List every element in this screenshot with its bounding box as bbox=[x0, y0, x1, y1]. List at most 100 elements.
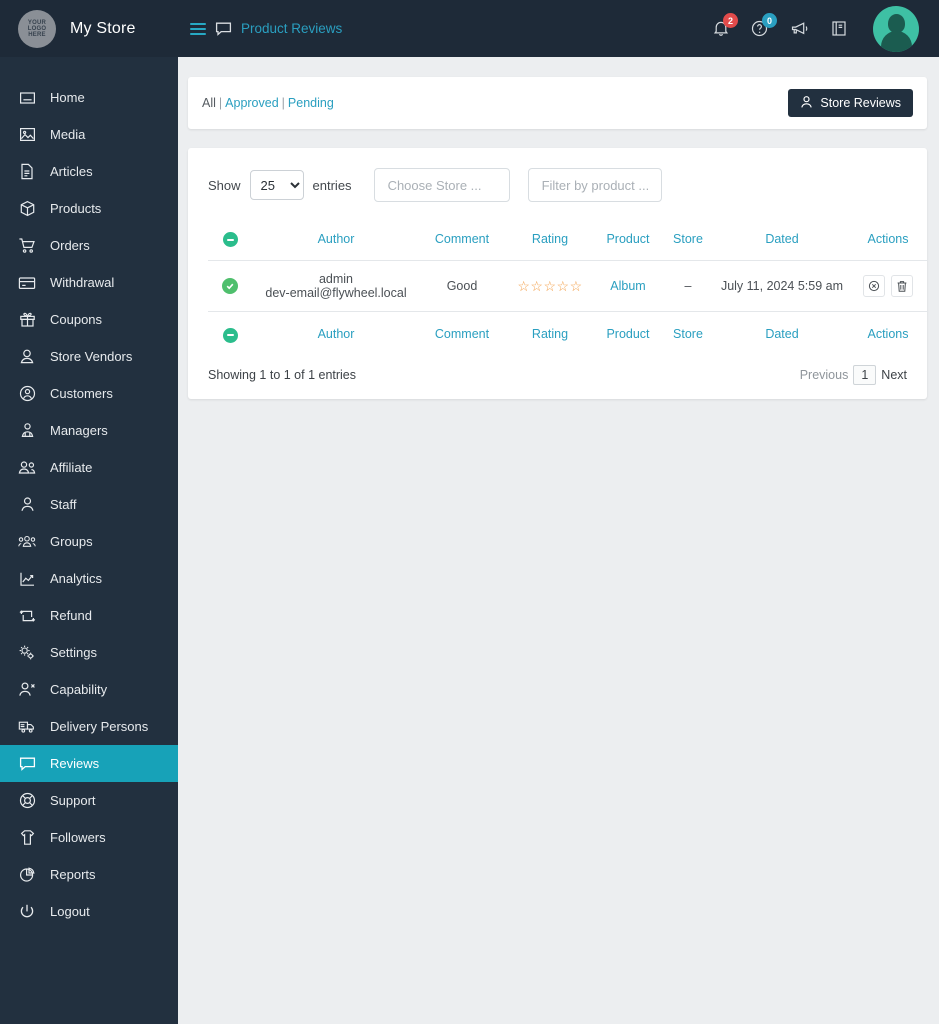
foot-col-author[interactable]: Author bbox=[252, 312, 420, 349]
sidebar-label: Articles bbox=[50, 164, 93, 179]
help-circle-icon[interactable]: 0 bbox=[751, 13, 777, 37]
status-links: All | Approved | Pending bbox=[202, 96, 334, 110]
notifications-badge: 2 bbox=[723, 13, 738, 28]
comment-icon bbox=[18, 755, 36, 773]
sidebar-item-articles[interactable]: Articles bbox=[0, 153, 178, 190]
sidebar-item-customers[interactable]: Customers bbox=[0, 375, 178, 412]
topbar-middle: Product Reviews bbox=[190, 21, 342, 37]
product-filter-input[interactable] bbox=[527, 168, 662, 202]
cell-dated: July 11, 2024 5:59 am bbox=[720, 279, 844, 294]
foot-col-rating[interactable]: Rating bbox=[504, 312, 596, 349]
avatar[interactable] bbox=[873, 5, 919, 52]
check-circle-icon[interactable] bbox=[222, 278, 238, 295]
sidebar-label: Withdrawal bbox=[50, 275, 115, 290]
power-icon bbox=[18, 903, 36, 921]
foot-col-store[interactable]: Store bbox=[660, 312, 716, 349]
megaphone-icon[interactable] bbox=[790, 21, 809, 37]
sidebar-item-withdrawal[interactable]: Withdrawal bbox=[0, 264, 178, 301]
table-header-row: Author Comment Rating Product Store Date… bbox=[208, 224, 928, 261]
sidebar-label: Analytics bbox=[50, 571, 103, 586]
sidebar-item-staff[interactable]: Staff bbox=[0, 486, 178, 523]
actions-wrap bbox=[852, 275, 924, 298]
top-bar: YOUR LOGO HERE My Store Product Reviews bbox=[0, 0, 939, 57]
col-rating[interactable]: Rating bbox=[504, 224, 596, 261]
user-circle-icon bbox=[18, 385, 36, 403]
sidebar-item-media[interactable]: Media bbox=[0, 116, 178, 153]
store-reviews-button[interactable]: Store Reviews bbox=[788, 89, 913, 117]
col-status[interactable] bbox=[208, 224, 252, 261]
store-filter-input[interactable] bbox=[373, 168, 510, 202]
sidebar-item-products[interactable]: Products bbox=[0, 190, 178, 227]
sidebar-item-refund[interactable]: Refund bbox=[0, 597, 178, 634]
product-link[interactable]: Album bbox=[610, 279, 645, 293]
status-all[interactable]: All bbox=[202, 96, 216, 110]
col-product[interactable]: Product bbox=[596, 224, 660, 261]
next-page-button[interactable]: Next bbox=[881, 368, 907, 382]
book-icon[interactable] bbox=[831, 20, 847, 37]
sidebar-item-home[interactable]: Home bbox=[0, 79, 178, 116]
sidebar-item-coupons[interactable]: Coupons bbox=[0, 301, 178, 338]
sidebar-item-managers[interactable]: Managers bbox=[0, 412, 178, 449]
col-comment[interactable]: Comment bbox=[420, 224, 504, 261]
delete-button[interactable] bbox=[891, 275, 913, 298]
foot-col-dated[interactable]: Dated bbox=[716, 312, 848, 349]
cell-rating: ☆☆☆☆☆ bbox=[504, 261, 596, 312]
sidebar-item-analytics[interactable]: Analytics bbox=[0, 560, 178, 597]
foot-col-actions[interactable]: Actions bbox=[848, 312, 928, 349]
credit-card-icon bbox=[18, 274, 36, 292]
sidebar-label: Support bbox=[50, 793, 96, 808]
sidebar-label: Orders bbox=[50, 238, 90, 253]
author-email: dev-email@flywheel.local bbox=[265, 286, 407, 301]
table-row: admin dev-email@flywheel.local Good ☆☆☆☆… bbox=[208, 261, 928, 312]
sidebar-item-delivery-persons[interactable]: Delivery Persons bbox=[0, 708, 178, 745]
foot-col-comment[interactable]: Comment bbox=[420, 312, 504, 349]
col-author[interactable]: Author bbox=[252, 224, 420, 261]
bell-icon[interactable]: 2 bbox=[713, 13, 738, 37]
sidebar-item-groups[interactable]: Groups bbox=[0, 523, 178, 560]
page-number-button[interactable]: 1 bbox=[853, 364, 877, 385]
sidebar-item-settings[interactable]: Settings bbox=[0, 634, 178, 671]
main-content: All | Approved | Pending Store Reviews Show … bbox=[178, 57, 939, 1024]
hamburger-icon[interactable] bbox=[190, 22, 206, 35]
col-actions[interactable]: Actions bbox=[848, 224, 928, 261]
unapprove-button[interactable] bbox=[863, 275, 885, 298]
sidebar-label: Refund bbox=[50, 608, 92, 623]
sidebar-label: Coupons bbox=[50, 312, 103, 327]
sidebar-item-followers[interactable]: Followers bbox=[0, 819, 178, 856]
brand[interactable]: YOUR LOGO HERE My Store bbox=[0, 0, 178, 57]
sidebar-item-capability[interactable]: Capability bbox=[0, 671, 178, 708]
sidebar-item-orders[interactable]: Orders bbox=[0, 227, 178, 264]
sidebar-item-logout[interactable]: Logout bbox=[0, 893, 178, 930]
status-filter-bar: All | Approved | Pending Store Reviews bbox=[188, 77, 927, 129]
cart-icon bbox=[18, 237, 36, 255]
foot-col-product[interactable]: Product bbox=[596, 312, 660, 349]
sidebar-label: Staff bbox=[50, 497, 77, 512]
home-icon bbox=[18, 89, 36, 107]
gift-icon bbox=[18, 311, 36, 329]
sidebar-item-affiliate[interactable]: Affiliate bbox=[0, 449, 178, 486]
previous-page-button[interactable]: Previous bbox=[800, 368, 849, 382]
user-icon bbox=[18, 348, 36, 366]
sidebar-item-reviews[interactable]: Reviews bbox=[0, 745, 178, 782]
sidebar-label: Reviews bbox=[50, 756, 100, 771]
status-dot-icon bbox=[222, 327, 238, 343]
table-foot: Author Comment Rating Product Store Date… bbox=[208, 311, 928, 349]
page-title[interactable]: Product Reviews bbox=[241, 21, 342, 36]
avatar-head bbox=[887, 13, 905, 33]
sidebar-item-store-vendors[interactable]: Store Vendors bbox=[0, 338, 178, 375]
status-pending[interactable]: Pending bbox=[288, 96, 334, 110]
page-length-select[interactable]: 25 bbox=[249, 170, 304, 200]
table-footer-row: Author Comment Rating Product Store Date… bbox=[208, 311, 928, 349]
foot-col-status[interactable] bbox=[208, 312, 252, 349]
reviews-panel: Show 25 entries Au bbox=[188, 148, 928, 399]
sidebar-item-reports[interactable]: Reports bbox=[0, 856, 178, 893]
store-reviews-label: Store Reviews bbox=[820, 96, 901, 110]
cell-store: – bbox=[684, 279, 692, 294]
sidebar-item-support[interactable]: Support bbox=[0, 782, 178, 819]
col-store[interactable]: Store bbox=[660, 224, 716, 261]
col-dated[interactable]: Dated bbox=[716, 224, 848, 261]
status-approved[interactable]: Approved bbox=[225, 96, 279, 110]
users-icon bbox=[18, 459, 36, 477]
sidebar-label: Settings bbox=[50, 645, 97, 660]
logo-line-3: HERE bbox=[28, 31, 46, 38]
